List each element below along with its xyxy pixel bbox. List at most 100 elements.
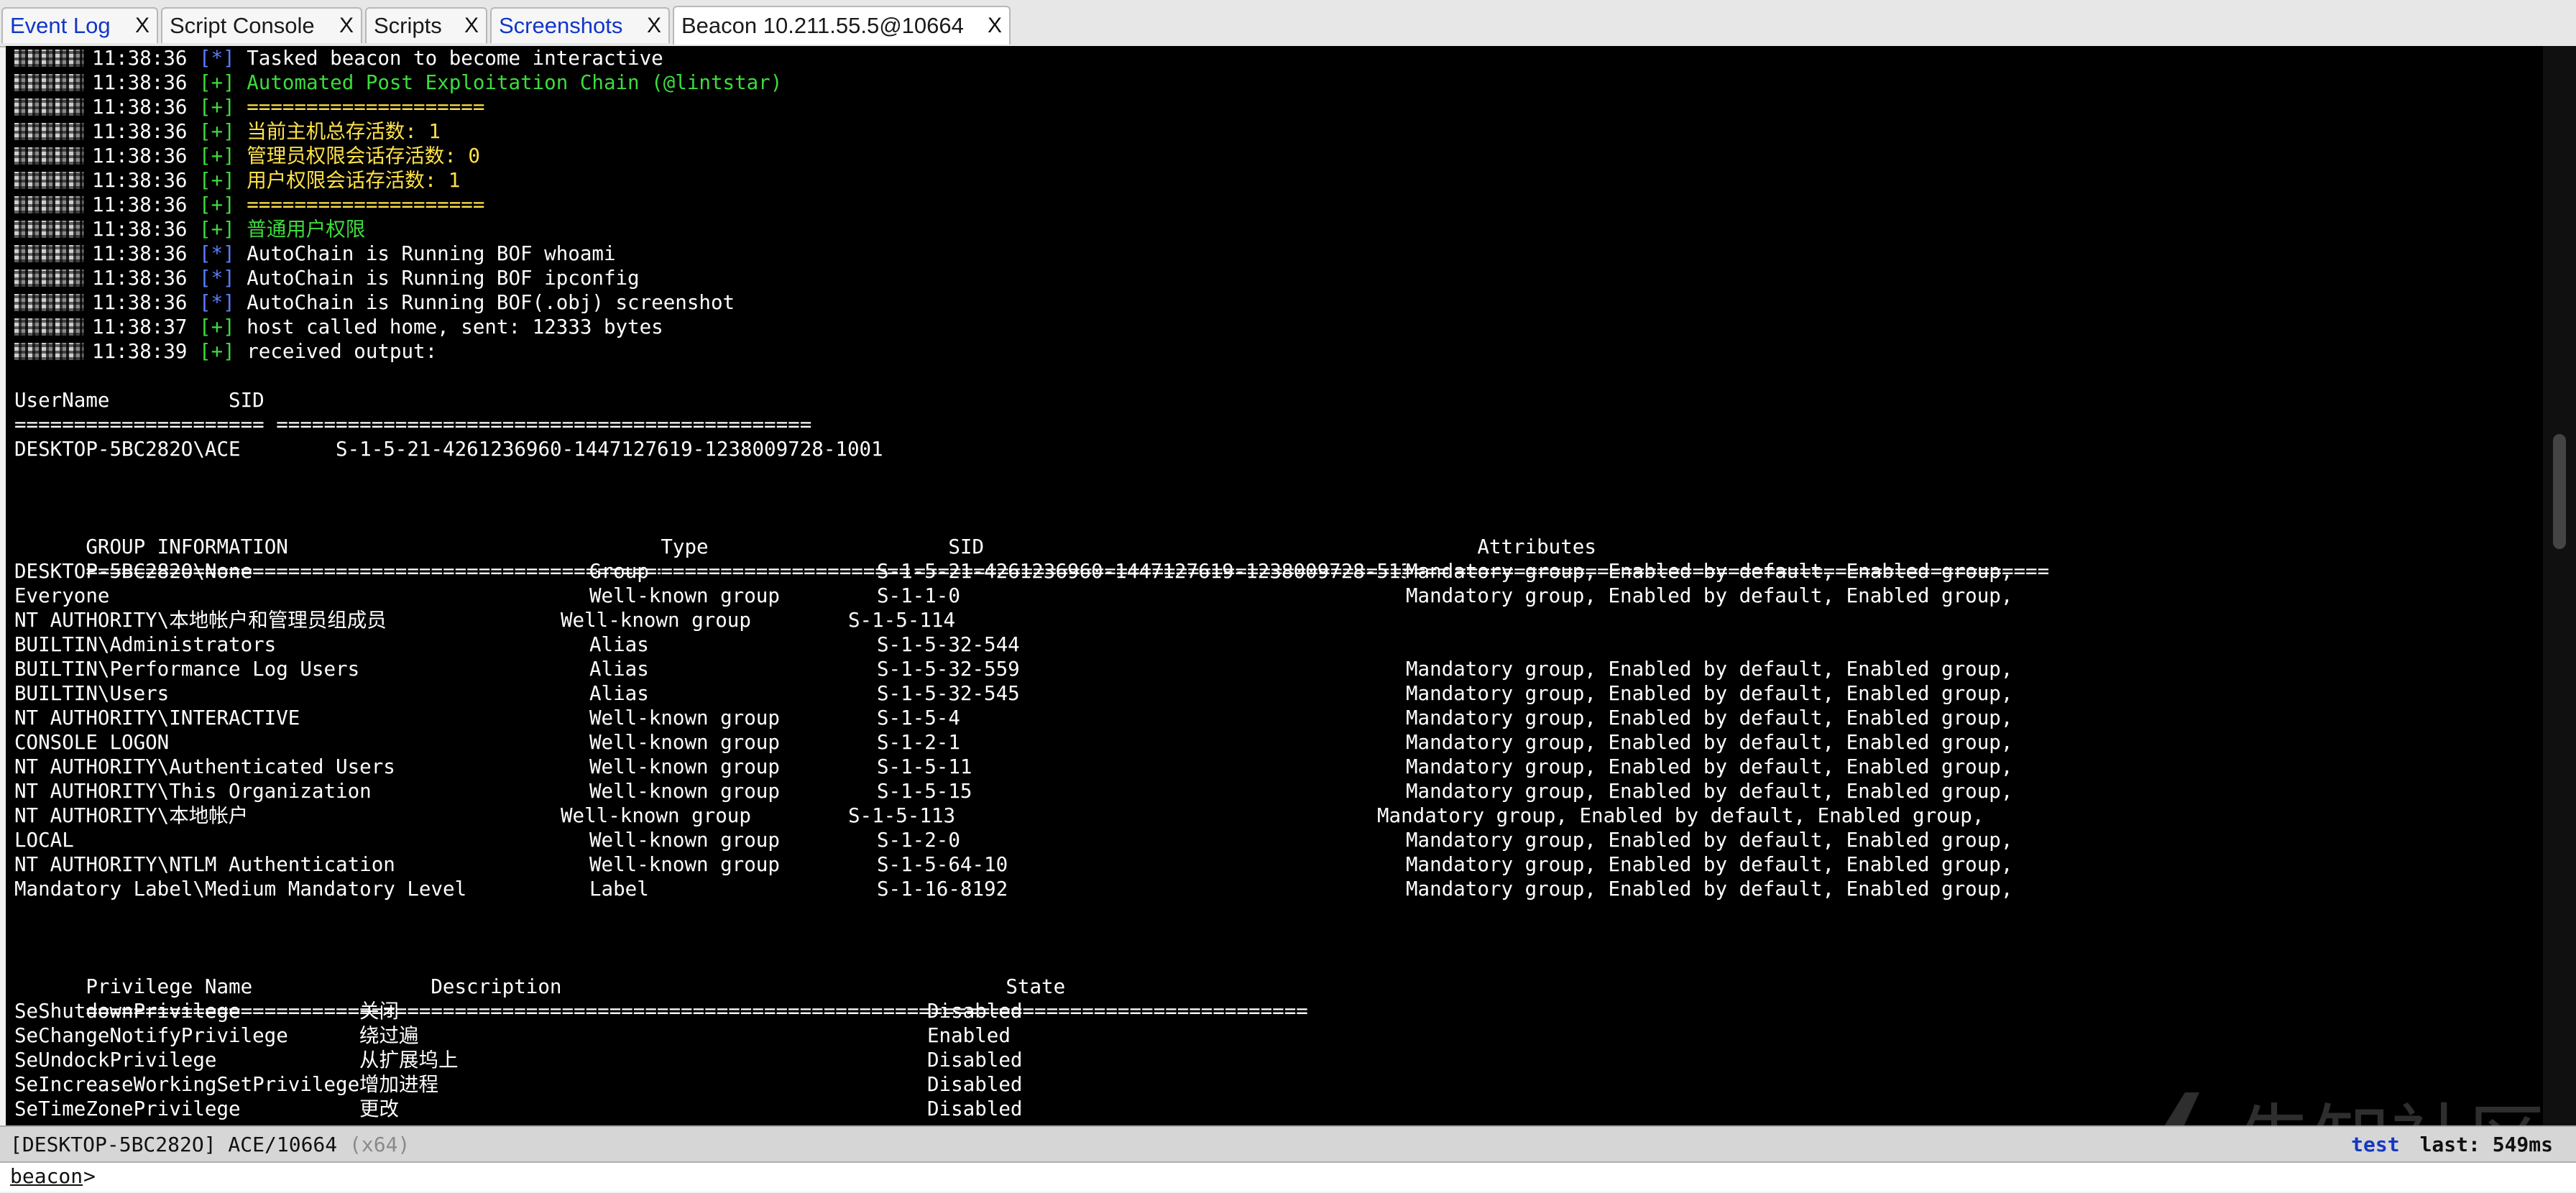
group-sid: S-1-5-11 [877, 755, 972, 778]
log-text: 普通用户权限 [247, 218, 366, 241]
beacon-console[interactable]: 11:38:36 [*] Tasked beacon to become int… [6, 46, 2543, 1125]
user-table-row: DESKTOP-5BC282O\ACE S-1-5-21-4261236960-… [14, 438, 883, 461]
tab-screenshots[interactable]: Screenshots X [490, 7, 670, 43]
group-type: Well-known group [589, 584, 780, 607]
group-attributes: Mandatory group, Enabled by default, Ena… [1406, 853, 2013, 876]
priv-state: Disabled [927, 1073, 1023, 1096]
timestamp: 11:38:37 [92, 315, 188, 338]
log-marker: [+] [199, 120, 235, 143]
group-attributes: Mandatory group, Enabled by default, Ena… [1406, 682, 2013, 705]
col-header: State [1006, 975, 1066, 998]
close-icon[interactable]: X [339, 14, 354, 38]
priv-name: SeChangeNotifyPrivilege [14, 1024, 288, 1047]
log-text: Automated Post Exploitation Chain (@lint… [247, 71, 783, 94]
arch-label: (x64) [349, 1133, 410, 1156]
col-header: Privilege Name [86, 975, 253, 998]
redacted-host [14, 123, 83, 140]
log-marker: [+] [199, 71, 235, 94]
group-type: Well-known group [589, 731, 780, 754]
group-table-header: GROUP INFORMATION Type SID Attributes [14, 510, 2049, 558]
group-type: Well-known group [589, 829, 780, 852]
group-name: BUILTIN\Users [14, 682, 170, 705]
log-lines: 11:38:36 [*] Tasked beacon to become int… [14, 46, 2049, 364]
group-attributes: Mandatory group, Enabled by default, Ena… [1377, 804, 1984, 827]
group-row: CONSOLE LOGON Well-known group S-1-2-1 Mand… [14, 730, 2049, 755]
redacted-host [14, 318, 83, 336]
console-scrollbar[interactable] [2543, 46, 2576, 1125]
rule: ========================== [998, 1000, 1308, 1023]
redacted-host [14, 98, 83, 116]
timestamp: 11:38:36 [92, 267, 188, 290]
log-line: 11:38:36 [*] Tasked beacon to become int… [14, 46, 2049, 70]
group-attributes: Mandatory group, Enabled by default, Ena… [1406, 731, 2013, 754]
log-line: 11:38:39 [+] received output: [14, 339, 2049, 364]
close-icon[interactable]: X [647, 14, 661, 38]
log-text: Tasked beacon to become interactive [247, 47, 663, 70]
group-sid: S-1-5-15 [877, 780, 972, 803]
group-type: Label [589, 878, 649, 900]
tab-beacon[interactable]: Beacon 10.211.55.5@10664 X [673, 6, 1011, 45]
timestamp: 11:38:36 [92, 291, 188, 314]
group-name: LOCAL [14, 829, 74, 852]
close-icon[interactable]: X [464, 14, 479, 38]
group-sid: S-1-16-8192 [877, 878, 1008, 900]
group-sid: S-1-5-113 [848, 804, 956, 827]
scroll-thumb[interactable] [2553, 434, 2566, 549]
group-attributes: Mandatory group, Enabled by default, Ena… [1406, 658, 2013, 681]
close-icon[interactable]: X [988, 14, 1002, 38]
group-sid: S-1-5-64-10 [877, 853, 1008, 876]
redacted-host [14, 245, 83, 262]
log-text: ==================== [247, 96, 485, 119]
group-attributes: Mandatory group, Enabled by default, Ena… [1406, 780, 2013, 803]
group-type: Well-known group [589, 780, 780, 803]
log-line: 11:38:36 [*] AutoChain is Running BOF ip… [14, 266, 2049, 290]
group-rows: DESKTOP-5BC282O\None Group S-1-5-21-426123… [14, 559, 2049, 901]
log-line: 11:38:36 [*] AutoChain is Running BOF(.o… [14, 290, 2049, 315]
priv-row: SeChangeNotifyPrivilege 绕过遍 Enabled [14, 1023, 2049, 1048]
command-input[interactable] [101, 1164, 2475, 1190]
group-attributes: Mandatory group, Enabled by default, Ena… [1406, 878, 2013, 900]
tab-scripts[interactable]: Scripts X [365, 7, 487, 43]
group-sid: S-1-5-32-544 [877, 633, 1020, 656]
priv-desc: 从扩展坞上 [359, 1049, 459, 1072]
tab-script-console[interactable]: Script Console X [161, 7, 362, 43]
group-type: Well-known group [561, 609, 751, 632]
group-row: NT AUTHORITY\本地帐户 Well-known group S-1-5-1… [14, 803, 2049, 828]
group-name: NT AUTHORITY\INTERACTIVE [14, 706, 300, 729]
priv-state: Enabled [927, 1024, 1011, 1047]
redacted-host [14, 147, 83, 165]
log-line: 11:38:36 [+] 普通用户权限 [14, 217, 2049, 241]
group-row: NT AUTHORITY\NTLM Authentication Well-kno… [14, 852, 2049, 877]
group-type: Alias [589, 633, 649, 656]
timestamp: 11:38:36 [92, 218, 188, 241]
redacted-host [14, 294, 83, 311]
redacted-host [14, 343, 83, 360]
prompt-caret: > [83, 1164, 96, 1188]
log-line: 11:38:36 [+] Automated Post Exploitation… [14, 70, 2049, 95]
col-header: Description [431, 975, 562, 998]
group-row: NT AUTHORITY\This Organization Well-known… [14, 779, 2049, 803]
priv-state: Disabled [927, 1097, 1023, 1120]
log-line: 11:38:36 [+] 当前主机总存活数: 1 [14, 119, 2049, 144]
log-text: 管理员权限会话存活数: 0 [247, 144, 480, 167]
group-name: NT AUTHORITY\This Organization [14, 780, 372, 803]
group-attributes: Mandatory group, Enabled by default, Ena… [1406, 584, 2013, 607]
group-sid: S-1-2-0 [877, 829, 960, 852]
priv-name: SeUndockPrivilege [14, 1049, 217, 1072]
group-name: Everyone [14, 584, 110, 607]
close-icon[interactable]: X [135, 14, 150, 38]
group-name: NT AUTHORITY\本地帐户 [14, 804, 249, 827]
col-header: Attributes [1477, 535, 1596, 558]
col-header: Type [661, 535, 709, 558]
log-marker: [+] [199, 96, 235, 119]
log-text: AutoChain is Running BOF(.obj) screensho… [247, 291, 735, 314]
tab-label: Script Console [170, 13, 315, 38]
tab-label: Screenshots [499, 13, 623, 38]
tab-event-log[interactable]: Event Log X [1, 7, 158, 43]
group-row: NT AUTHORITY\Authenticated Users Well-kno… [14, 755, 2049, 779]
redacted-host [14, 221, 83, 238]
redacted-host [14, 74, 83, 91]
timestamp: 11:38:36 [92, 193, 188, 216]
group-attributes: Mandatory group, Enabled by default, Ena… [1406, 706, 2013, 729]
group-sid: S-1-5-32-545 [877, 682, 1020, 705]
